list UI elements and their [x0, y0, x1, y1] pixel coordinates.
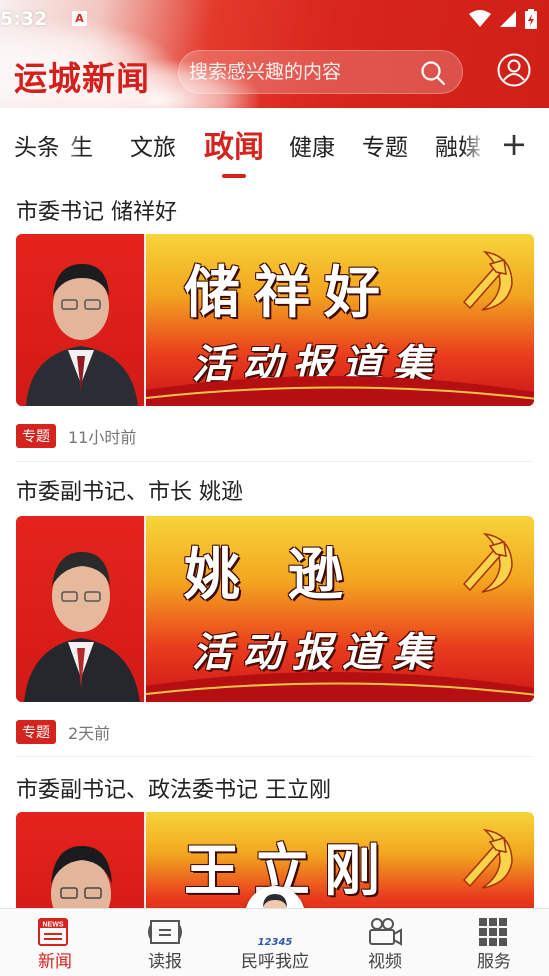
- nav-services[interactable]: 服务: [449, 909, 539, 976]
- tabs-right-fade: [462, 108, 494, 180]
- nav-video-label: 视频: [368, 952, 402, 972]
- user-profile-icon[interactable]: [497, 53, 531, 87]
- search-icon[interactable]: [420, 60, 446, 86]
- video-camera-icon: [369, 918, 402, 946]
- party-emblem-icon: [462, 250, 513, 311]
- battery-icon: [525, 9, 537, 29]
- article-banner-image[interactable]: 姚 逊 活动报道集: [16, 516, 534, 702]
- article-meta: 专题 11小时前: [16, 424, 136, 448]
- status-bar: 5:32 A: [0, 0, 549, 36]
- portrait-figure: [24, 552, 140, 702]
- nav-news[interactable]: NEWS 新闻: [10, 909, 100, 976]
- nav-services-label: 服务: [477, 952, 511, 972]
- tab-politics[interactable]: 政闻: [204, 122, 264, 166]
- article-banner-image[interactable]: 储祥好 活动报道集: [16, 234, 534, 406]
- portrait-photo: [16, 516, 146, 702]
- news-icon-text: NEWS: [43, 922, 64, 929]
- search-bar[interactable]: [178, 50, 463, 94]
- nav-citizen-voice[interactable]: 12345 民呼我应: [230, 909, 320, 976]
- article-title[interactable]: 市委副书记、市长 姚逊: [16, 474, 243, 506]
- party-emblem-icon: [462, 532, 513, 593]
- special-badge: 专题: [16, 720, 56, 744]
- nav-newspaper-label: 读报: [148, 952, 182, 972]
- app-logo[interactable]: 运城新闻: [14, 52, 150, 100]
- banner-ribbon: [146, 671, 534, 702]
- divider: [16, 756, 533, 757]
- category-tabs: 头条 生 文旅 政闻 健康 专题 融媒 +: [0, 108, 549, 180]
- notification-a-icon: A: [72, 11, 87, 26]
- grid-icon: [479, 918, 507, 946]
- divider: [16, 461, 533, 462]
- tab-special[interactable]: 专题: [362, 128, 408, 162]
- app-header: 5:32 A 运城新闻: [0, 0, 549, 108]
- search-input[interactable]: [179, 51, 419, 93]
- nav-news-label: 新闻: [38, 952, 72, 972]
- article-meta: 专题 2天前: [16, 720, 110, 744]
- banner-name: 姚 逊: [184, 542, 358, 608]
- article-time: 2天前: [68, 724, 111, 743]
- party-emblem-icon: [462, 828, 513, 889]
- nav-video[interactable]: 视频: [340, 909, 430, 976]
- tabs-left-fade: [58, 108, 82, 180]
- article-title[interactable]: 市委书记 储祥好: [16, 194, 177, 226]
- tab-culture-travel[interactable]: 文旅: [130, 128, 176, 162]
- article-time: 11小时前: [68, 428, 137, 447]
- tab-headlines[interactable]: 头条: [14, 128, 60, 162]
- article-title[interactable]: 市委副书记、政法委书记 王立刚: [16, 772, 331, 804]
- portrait-photo: [16, 234, 146, 406]
- signal-icon: [500, 11, 516, 27]
- nav-newspaper[interactable]: 读报: [120, 909, 210, 976]
- bottom-navigation: NEWS 新闻 读报 12345 民呼我应 视频 服务: [0, 908, 549, 976]
- portrait-figure: [26, 264, 138, 406]
- banner-ribbon: [146, 375, 534, 406]
- newspaper-icon: [148, 920, 182, 944]
- add-channel-button[interactable]: +: [496, 124, 532, 164]
- special-badge: 专题: [16, 424, 56, 448]
- active-tab-indicator: [222, 174, 246, 178]
- wifi-icon: [469, 10, 491, 27]
- nav-citizen-voice-label: 民呼我应: [241, 952, 309, 972]
- status-time: 5:32: [0, 8, 48, 30]
- news-icon: NEWS: [38, 918, 68, 946]
- tab-health[interactable]: 健康: [289, 128, 335, 162]
- status-icons: [469, 9, 537, 29]
- banner-name: 储祥好: [184, 260, 394, 326]
